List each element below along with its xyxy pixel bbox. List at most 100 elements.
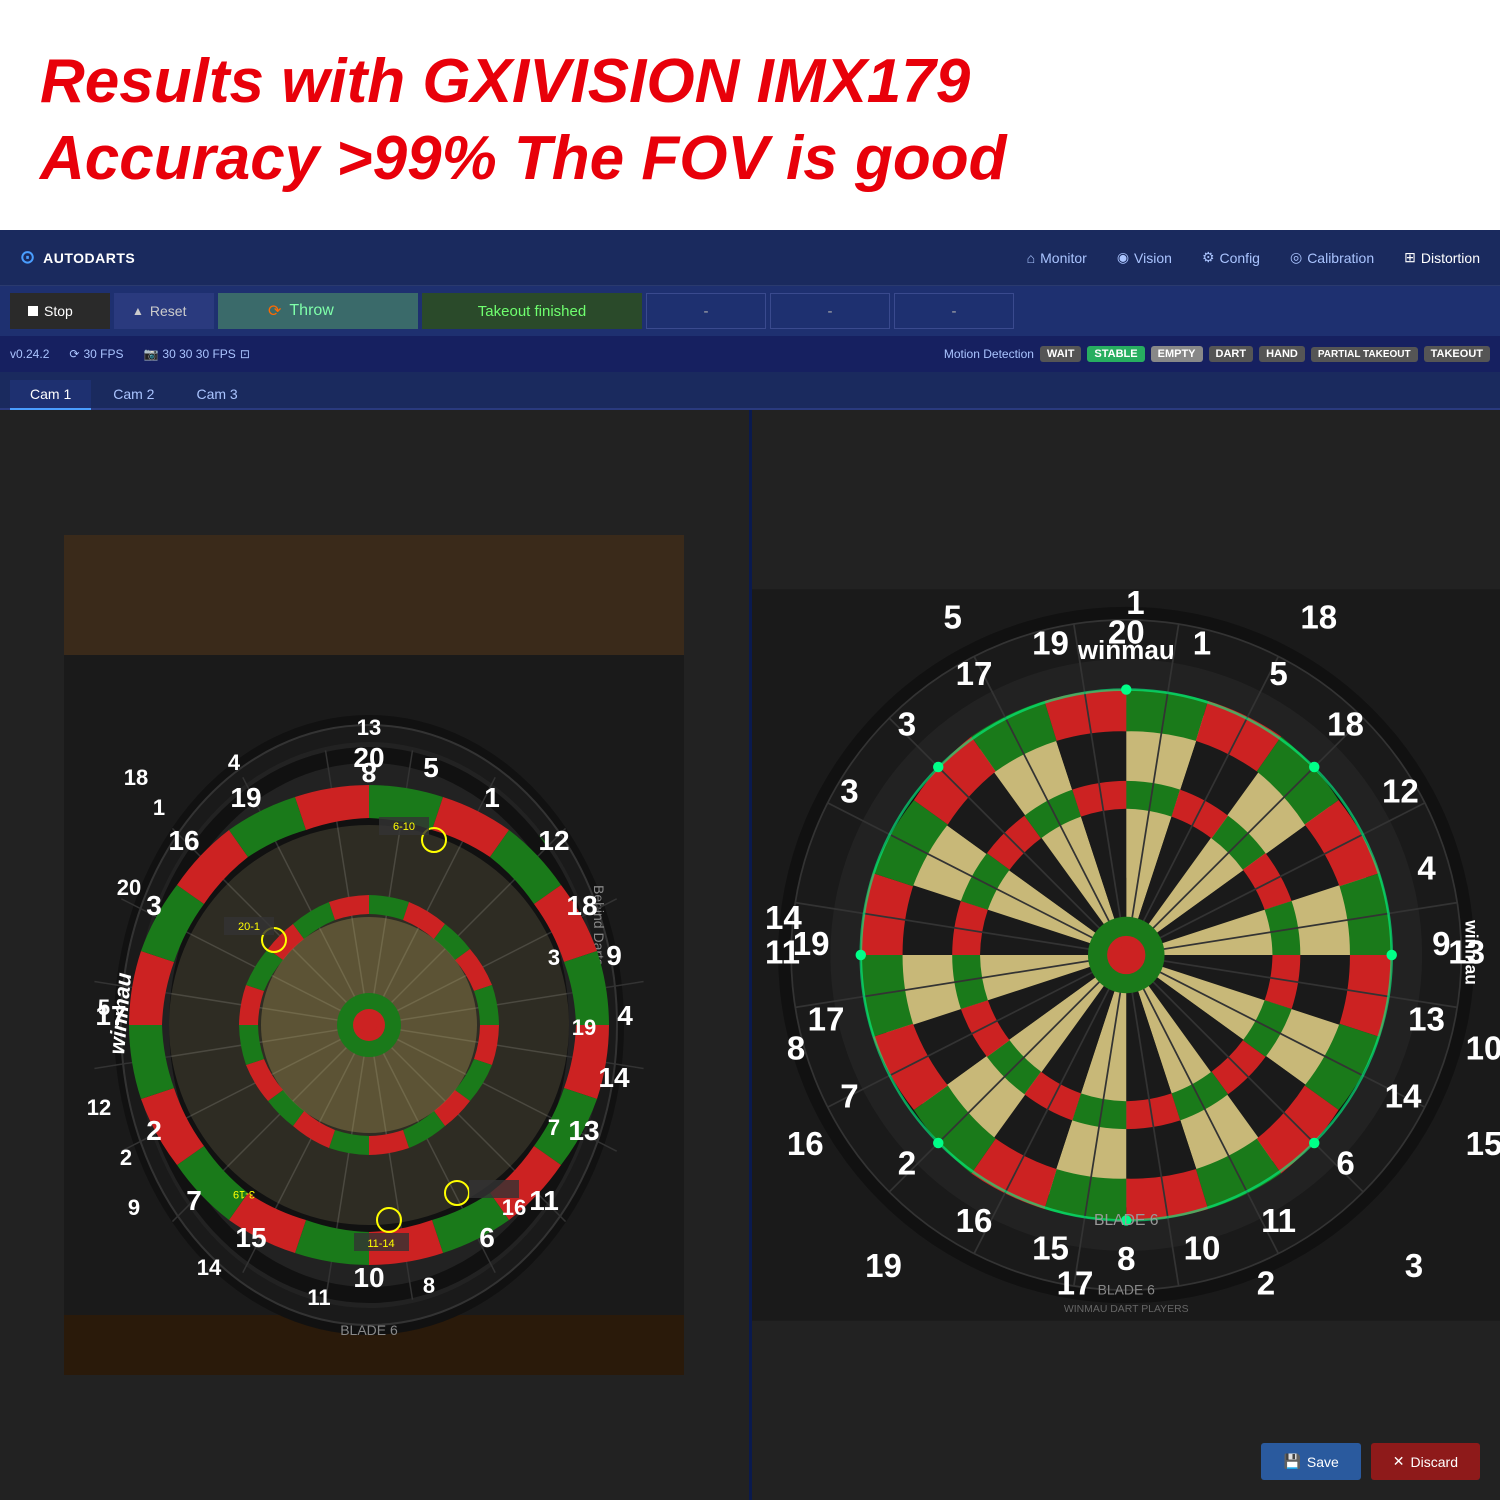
svg-text:16: 16 bbox=[786, 1126, 823, 1163]
tab-cam2[interactable]: Cam 2 bbox=[93, 380, 174, 410]
svg-text:18: 18 bbox=[1300, 600, 1337, 637]
svg-text:17: 17 bbox=[807, 1002, 844, 1039]
save-button[interactable]: 💾 Save bbox=[1261, 1443, 1360, 1480]
svg-text:1: 1 bbox=[1126, 585, 1144, 622]
takeout-button[interactable]: Takeout finished bbox=[422, 293, 642, 329]
nav-monitor[interactable]: ⌂ Monitor bbox=[1027, 250, 1087, 266]
svg-text:16: 16 bbox=[955, 1203, 992, 1240]
svg-text:10: 10 bbox=[1465, 1030, 1500, 1067]
svg-text:3: 3 bbox=[146, 890, 162, 921]
svg-text:11: 11 bbox=[529, 1185, 559, 1216]
nav-vision-label: Vision bbox=[1134, 250, 1172, 266]
svg-text:16: 16 bbox=[169, 825, 200, 856]
nav-vision[interactable]: ◉ Vision bbox=[1117, 249, 1172, 266]
svg-text:13: 13 bbox=[357, 715, 381, 740]
dash3-label: - bbox=[952, 303, 957, 320]
svg-text:7: 7 bbox=[840, 1078, 858, 1115]
badge-wait: WAIT bbox=[1040, 346, 1082, 362]
svg-text:6-10: 6-10 bbox=[393, 821, 415, 833]
dash1-button[interactable]: - bbox=[646, 293, 766, 329]
navbar: ⊙ AUTODARTS ⌂ Monitor ◉ Vision ⚙ Config … bbox=[0, 230, 1500, 286]
svg-text:2: 2 bbox=[1256, 1265, 1274, 1302]
dash1-label: - bbox=[704, 303, 709, 320]
svg-text:10: 10 bbox=[1183, 1231, 1220, 1268]
svg-text:5: 5 bbox=[943, 600, 961, 637]
svg-text:18: 18 bbox=[1327, 707, 1364, 744]
svg-text:11-14: 11-14 bbox=[368, 1238, 395, 1250]
fps-item: ⟳ 30 FPS bbox=[69, 347, 123, 361]
dash3-button[interactable]: - bbox=[894, 293, 1014, 329]
stop-button[interactable]: Stop bbox=[10, 293, 110, 329]
stop-icon bbox=[28, 306, 38, 316]
svg-text:8: 8 bbox=[786, 1030, 804, 1067]
svg-text:7: 7 bbox=[548, 1115, 560, 1140]
eye-icon: ◉ bbox=[1117, 249, 1129, 266]
svg-text:19: 19 bbox=[231, 782, 262, 813]
svg-text:6: 6 bbox=[1336, 1145, 1354, 1182]
svg-text:4: 4 bbox=[228, 750, 241, 775]
cam-fps-item: 📷 30 30 30 FPS ⊡ bbox=[143, 347, 249, 361]
dash2-label: - bbox=[828, 303, 833, 320]
throw-label: Throw bbox=[289, 302, 333, 320]
svg-text:BLADE 6: BLADE 6 bbox=[1097, 1281, 1154, 1297]
reset-label: Reset bbox=[150, 303, 187, 319]
dartboard-right-svg: winmau bbox=[752, 535, 1500, 1375]
tab-cam1[interactable]: Cam 1 bbox=[10, 380, 91, 410]
svg-text:19: 19 bbox=[572, 1015, 596, 1040]
svg-text:2: 2 bbox=[146, 1115, 162, 1146]
camera-views: winmau Behind Darts bbox=[0, 410, 1500, 1500]
reset-icon: ▲ bbox=[132, 304, 144, 318]
bottom-buttons: 💾 Save ✕ Discard bbox=[1261, 1443, 1480, 1480]
svg-text:4: 4 bbox=[1417, 850, 1436, 887]
svg-text:BLADE 6: BLADE 6 bbox=[340, 1322, 398, 1338]
discard-icon: ✕ bbox=[1393, 1453, 1405, 1470]
svg-text:12: 12 bbox=[539, 825, 570, 856]
dash2-button[interactable]: - bbox=[770, 293, 890, 329]
svg-text:11: 11 bbox=[308, 1285, 331, 1310]
svg-text:BLADE 6: BLADE 6 bbox=[1094, 1212, 1159, 1229]
svg-text:18: 18 bbox=[124, 765, 148, 790]
badge-stable: STABLE bbox=[1087, 346, 1144, 362]
badge-dart: DART bbox=[1209, 346, 1254, 362]
svg-text:6: 6 bbox=[479, 1222, 495, 1253]
save-icon: 💾 bbox=[1283, 1453, 1300, 1470]
svg-text:3-19: 3-19 bbox=[233, 1188, 255, 1200]
distortion-icon: ⊞ bbox=[1404, 249, 1416, 266]
svg-text:1: 1 bbox=[153, 795, 165, 820]
svg-text:12: 12 bbox=[87, 1095, 111, 1120]
svg-text:1: 1 bbox=[484, 782, 500, 813]
home-icon: ⌂ bbox=[1027, 250, 1035, 266]
badge-takeout: TAKEOUT bbox=[1424, 346, 1490, 362]
badge-hand: HAND bbox=[1259, 346, 1305, 362]
throw-button[interactable]: ⟳ Throw bbox=[218, 293, 418, 329]
annotation-line2: Accuracy >99% The FOV is good bbox=[40, 120, 1460, 198]
svg-text:9: 9 bbox=[606, 940, 622, 971]
nav-config[interactable]: ⚙ Config bbox=[1202, 249, 1260, 266]
svg-text:3: 3 bbox=[1404, 1248, 1422, 1285]
svg-text:3: 3 bbox=[897, 707, 915, 744]
tab-cam3[interactable]: Cam 3 bbox=[176, 380, 257, 410]
svg-text:2: 2 bbox=[897, 1145, 915, 1182]
badge-empty: EMPTY bbox=[1151, 346, 1203, 362]
fps-label: 30 FPS bbox=[83, 347, 123, 361]
svg-text:19: 19 bbox=[865, 1248, 902, 1285]
motion-label: Motion Detection bbox=[944, 347, 1034, 361]
version-item: v0.24.2 bbox=[10, 347, 49, 361]
nav-calibration[interactable]: ◎ Calibration bbox=[1290, 249, 1374, 266]
brand: ⊙ AUTODARTS bbox=[20, 247, 135, 268]
cam-fps-label: 30 30 30 FPS bbox=[162, 347, 235, 361]
discard-label: Discard bbox=[1411, 1454, 1458, 1470]
svg-text:18: 18 bbox=[567, 890, 598, 921]
nav-distortion[interactable]: ⊞ Distortion bbox=[1404, 249, 1480, 266]
svg-text:2: 2 bbox=[120, 1145, 132, 1170]
svg-text:14: 14 bbox=[599, 1062, 631, 1093]
nav-calibration-label: Calibration bbox=[1307, 250, 1374, 266]
svg-text:3: 3 bbox=[548, 945, 560, 970]
stop-label: Stop bbox=[44, 303, 73, 319]
discard-button[interactable]: ✕ Discard bbox=[1371, 1443, 1480, 1480]
svg-text:17: 17 bbox=[955, 656, 992, 693]
cam-icon: 📷 bbox=[143, 347, 158, 361]
reset-button[interactable]: ▲ Reset bbox=[114, 293, 214, 329]
svg-text:20: 20 bbox=[117, 875, 141, 900]
throw-icon: ⟳ bbox=[268, 301, 281, 321]
